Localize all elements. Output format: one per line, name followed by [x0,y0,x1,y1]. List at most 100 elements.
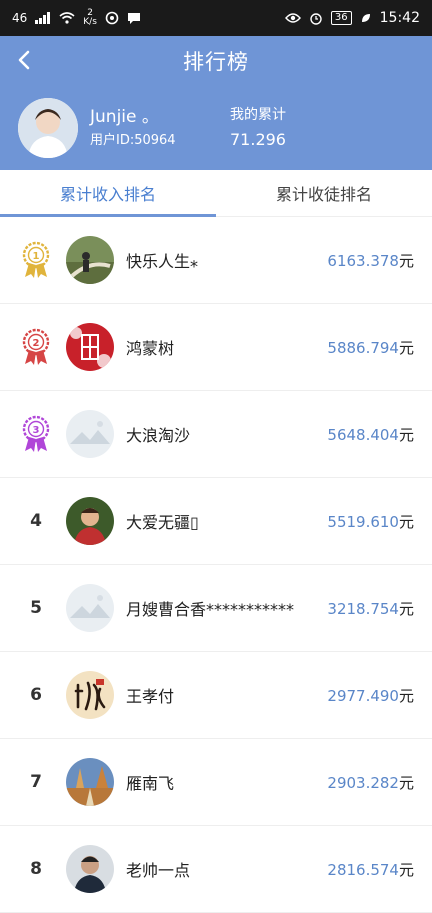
user-name: Junjie 。 [90,107,159,127]
user-info: Junjie 。 用户ID:50964 [90,106,216,150]
avatar [66,758,114,806]
avatar-image [66,323,114,371]
chevron-left-icon [18,50,30,70]
income-amount: 3218.754元 [327,598,414,619]
rank-medal-gold: 1 [18,241,54,279]
medal-purple-icon: 3 [22,415,50,452]
user-name: 大爱无疆▯ [126,513,199,532]
avatar [66,671,114,719]
avatar [66,323,114,371]
ranking-row[interactable]: 8 老帅一点 2816.574元 [0,826,432,913]
user-avatar-image [18,98,78,158]
page-title: 排行榜 [183,50,249,74]
amount-unit: 元 [398,860,414,879]
battery-icon: 36 [330,11,352,25]
rank-number: 8 [30,859,42,879]
avatar-image [66,497,114,545]
amount-value: 6163.378 [327,251,399,270]
ranking-row[interactable]: 6 王孝付 2977.490元 [0,652,432,739]
ranking-tabs: 累计收入排名 累计收徒排名 [0,170,432,217]
medal-number: 1 [33,251,40,262]
rank-number: 7 [30,772,42,792]
amount-unit: 元 [398,599,414,618]
amount-value: 5648.404 [327,425,399,444]
avatar-image [66,758,114,806]
amount-unit: 元 [398,338,414,357]
amount-unit: 元 [398,512,414,531]
income-amount: 2816.574元 [327,859,414,880]
my-total-label: 我的累计 [230,107,286,123]
header: 排行榜 Junjie 。 用户ID:50964 我的累计 71.296 [0,36,432,170]
user-avatar[interactable] [18,98,78,158]
ranking-row[interactable]: 1 快乐人生⁎ 6163.378元 [0,217,432,304]
ranking-row[interactable]: 7 雁南飞 2903.282元 [0,739,432,826]
amount-unit: 元 [398,425,414,444]
amount-value: 2977.490 [327,686,399,705]
user-profile: Junjie 。 用户ID:50964 我的累计 71.296 [0,86,432,170]
placeholder-avatar-image [66,410,114,458]
amount-value: 5886.794 [327,338,399,357]
wifi-icon [59,12,75,24]
status-left: 46 2 K/s [12,9,141,27]
title-row: 排行榜 [0,36,432,86]
avatar [66,410,114,458]
rank-number: 6 [30,685,42,705]
medal-red-icon: 2 [22,328,50,365]
amount-value: 2903.282 [327,773,399,792]
ranking-row[interactable]: 5 月嫂曹合香*********** 3218.754元 [0,565,432,652]
user-name: 老帅一点 [126,861,191,880]
medal-gold-icon: 1 [22,241,50,278]
tab-apprentice-ranking[interactable]: 累计收徒排名 [216,170,432,216]
user-name: 雁南飞 [126,774,175,793]
net-speed: 2 K/s [83,9,97,27]
net-speed-unit: K/s [83,17,97,27]
income-amount: 6163.378元 [327,250,414,271]
clock-time: 15:42 [379,10,420,26]
rank-number: 4 [30,511,42,531]
app-swirl-icon [105,11,119,25]
amount-value: 5519.610 [327,512,399,531]
leaf-icon [361,14,370,22]
back-button[interactable] [8,44,40,76]
ranking-row[interactable]: 3 大浪淘沙 5648.404元 [0,391,432,478]
user-name: 快乐人生⁎ [126,252,199,271]
avatar-image [66,845,114,893]
my-total: 我的累计 71.296 [230,105,286,151]
ranking-row[interactable]: 2 鸿蒙树 5886.794元 [0,304,432,391]
ranking-list: 1 快乐人生⁎ 6163.378元 2 鸿蒙树 5886.794元 3 大浪淘沙… [0,217,432,913]
message-icon [127,13,140,24]
income-amount: 5886.794元 [327,337,414,358]
eye-icon [284,13,301,23]
my-total-value: 71.296 [230,130,286,149]
signal-icon: 46 [12,11,28,25]
user-name: 月嫂曹合香*********** [126,600,295,619]
status-bar: 46 2 K/s 36 15:42 [0,0,432,36]
rank-number: 5 [30,598,42,618]
user-name: 鸿蒙树 [126,339,175,358]
cell-signal-icon [35,12,51,24]
avatar [66,584,114,632]
user-name: 大浪淘沙 [126,426,191,445]
amount-value: 3218.754 [327,599,399,618]
avatar [66,497,114,545]
placeholder-avatar-image [66,584,114,632]
tab-income-ranking[interactable]: 累计收入排名 [0,170,216,217]
amount-value: 2816.574 [327,860,399,879]
rank-medal-red: 2 [18,328,54,366]
avatar [66,845,114,893]
calligraphy-avatar-image [66,671,114,719]
avatar-image [66,236,114,284]
amount-unit: 元 [398,251,414,270]
amount-unit: 元 [398,773,414,792]
income-amount: 2977.490元 [327,685,414,706]
ranking-row[interactable]: 4 大爱无疆▯ 5519.610元 [0,478,432,565]
income-amount: 5648.404元 [327,424,414,445]
medal-number: 3 [33,425,40,436]
alarm-icon [310,13,322,25]
avatar [66,236,114,284]
rank-medal-purple: 3 [18,415,54,453]
user-id: 用户ID:50964 [90,133,176,148]
income-amount: 2903.282元 [327,772,414,793]
amount-unit: 元 [398,686,414,705]
user-name: 王孝付 [126,687,175,706]
